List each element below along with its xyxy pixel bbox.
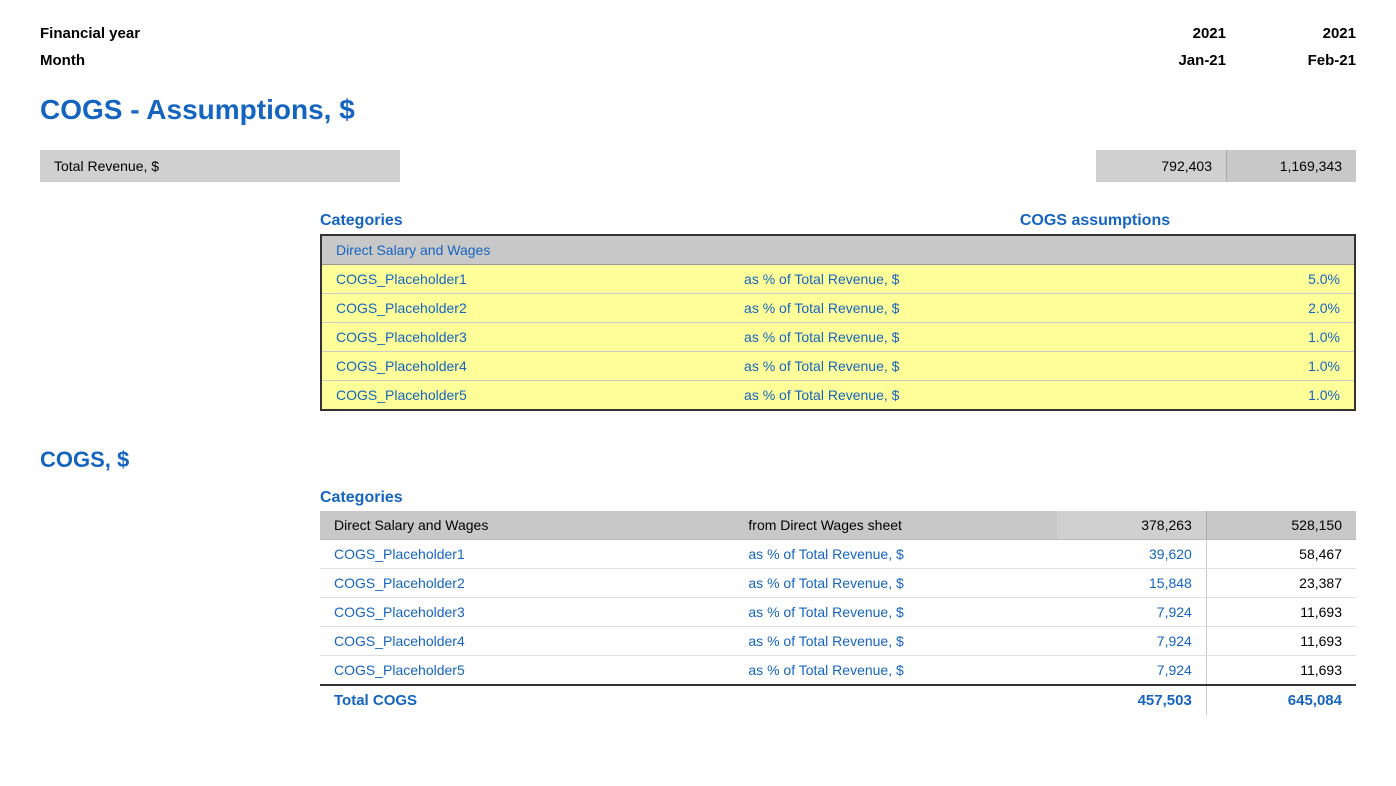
assumptions-section: Categories COGS assumptions Direct Salar… [40,212,1356,411]
total-label: Total COGS [320,685,734,715]
table-row: COGS_Placeholder4 as % of Total Revenue,… [320,627,1356,656]
total-cogs-row: Total COGS 457,503 645,084 [320,685,1356,715]
value-cell: 2.0% [1048,294,1355,323]
revenue-col1: 792,403 [1096,150,1226,182]
header-years: 2021 Jan-21 2021 Feb-21 [1096,20,1356,74]
table-row: COGS_Placeholder5 as % of Total Revenue,… [320,656,1356,686]
category-cell: COGS_Placeholder1 [321,265,730,294]
table-row: Direct Salary and Wages [321,235,1355,265]
method-cell: as % of Total Revenue, $ [734,540,1056,569]
table-row: COGS_Placeholder1 as % of Total Revenue,… [321,265,1355,294]
method-cell: from Direct Wages sheet [734,511,1056,540]
table-row: COGS_Placeholder4 as % of Total Revenue,… [321,352,1355,381]
method-cell: as % of Total Revenue, $ [730,381,1048,411]
value-cell [1048,235,1355,265]
value-cell: 1.0% [1048,381,1355,411]
cogs-section: COGS, $ Categories Direct Salary and Wag… [40,447,1356,715]
category-cell: COGS_Placeholder5 [320,656,734,686]
col1-value: 39,620 [1057,540,1207,569]
category-cell: COGS_Placeholder3 [321,323,730,352]
method-cell: as % of Total Revenue, $ [734,598,1056,627]
category-cell: COGS_Placeholder3 [320,598,734,627]
col2-value: 11,693 [1206,656,1356,686]
category-cell: COGS_Placeholder2 [320,569,734,598]
method-cell: as % of Total Revenue, $ [734,627,1056,656]
month-label: Month [40,47,140,74]
method-cell: as % of Total Revenue, $ [730,265,1048,294]
col2-value: 23,387 [1206,569,1356,598]
col1-header: 2021 Jan-21 [1096,20,1226,74]
cogs-categories-header: Categories [320,489,1356,507]
categories-header: Categories [320,212,680,230]
revenue-col2: 1,169,343 [1226,150,1356,182]
assumptions-table: Direct Salary and Wages COGS_Placeholder… [320,234,1356,411]
page-title: COGS - Assumptions, $ [40,94,1356,126]
method-cell [730,235,1048,265]
method-header-spacer [680,212,960,230]
table-row: COGS_Placeholder3 as % of Total Revenue,… [321,323,1355,352]
table-row: COGS_Placeholder1 as % of Total Revenue,… [320,540,1356,569]
method-cell: as % of Total Revenue, $ [734,569,1056,598]
category-cell: COGS_Placeholder1 [320,540,734,569]
col2-value: 11,693 [1206,627,1356,656]
method-cell: as % of Total Revenue, $ [730,352,1048,381]
total-spacer [734,685,1056,715]
assumptions-headers: Categories COGS assumptions [320,212,1356,230]
method-cell: as % of Total Revenue, $ [730,294,1048,323]
table-row: COGS_Placeholder2 as % of Total Revenue,… [320,569,1356,598]
category-cell: COGS_Placeholder5 [321,381,730,411]
cogs-table: Direct Salary and Wages from Direct Wage… [320,511,1356,715]
category-cell: Direct Salary and Wages [321,235,730,265]
cogs-title: COGS, $ [40,447,1356,473]
col2-value: 528,150 [1206,511,1356,540]
category-cell: COGS_Placeholder4 [320,627,734,656]
total-col2: 645,084 [1206,685,1356,715]
value-cell: 5.0% [1048,265,1355,294]
col2-year: 2021 [1226,20,1356,47]
total-revenue-row: Total Revenue, $ 792,403 1,169,343 [40,150,1356,182]
page-header: Financial year Month 2021 Jan-21 2021 Fe… [40,20,1356,74]
table-row: COGS_Placeholder5 as % of Total Revenue,… [321,381,1355,411]
col1-year: 2021 [1096,20,1226,47]
header-labels: Financial year Month [40,20,140,74]
category-cell: Direct Salary and Wages [320,511,734,540]
table-row: Direct Salary and Wages from Direct Wage… [320,511,1356,540]
table-row: COGS_Placeholder2 as % of Total Revenue,… [321,294,1355,323]
category-cell: COGS_Placeholder2 [321,294,730,323]
col1-value: 378,263 [1057,511,1207,540]
revenue-label: Total Revenue, $ [40,150,400,182]
col1-value: 15,848 [1057,569,1207,598]
col2-header: 2021 Feb-21 [1226,20,1356,74]
total-col1: 457,503 [1057,685,1207,715]
col1-month: Jan-21 [1096,47,1226,74]
method-cell: as % of Total Revenue, $ [730,323,1048,352]
method-cell: as % of Total Revenue, $ [734,656,1056,686]
col2-month: Feb-21 [1226,47,1356,74]
value-cell: 1.0% [1048,352,1355,381]
col2-value: 58,467 [1206,540,1356,569]
category-cell: COGS_Placeholder4 [321,352,730,381]
col1-value: 7,924 [1057,656,1207,686]
value-cell: 1.0% [1048,323,1355,352]
col1-value: 7,924 [1057,598,1207,627]
table-row: COGS_Placeholder3 as % of Total Revenue,… [320,598,1356,627]
col1-value: 7,924 [1057,627,1207,656]
financial-year-label: Financial year [40,20,140,47]
cogs-assumptions-header: COGS assumptions [960,212,1230,230]
col2-value: 11,693 [1206,598,1356,627]
